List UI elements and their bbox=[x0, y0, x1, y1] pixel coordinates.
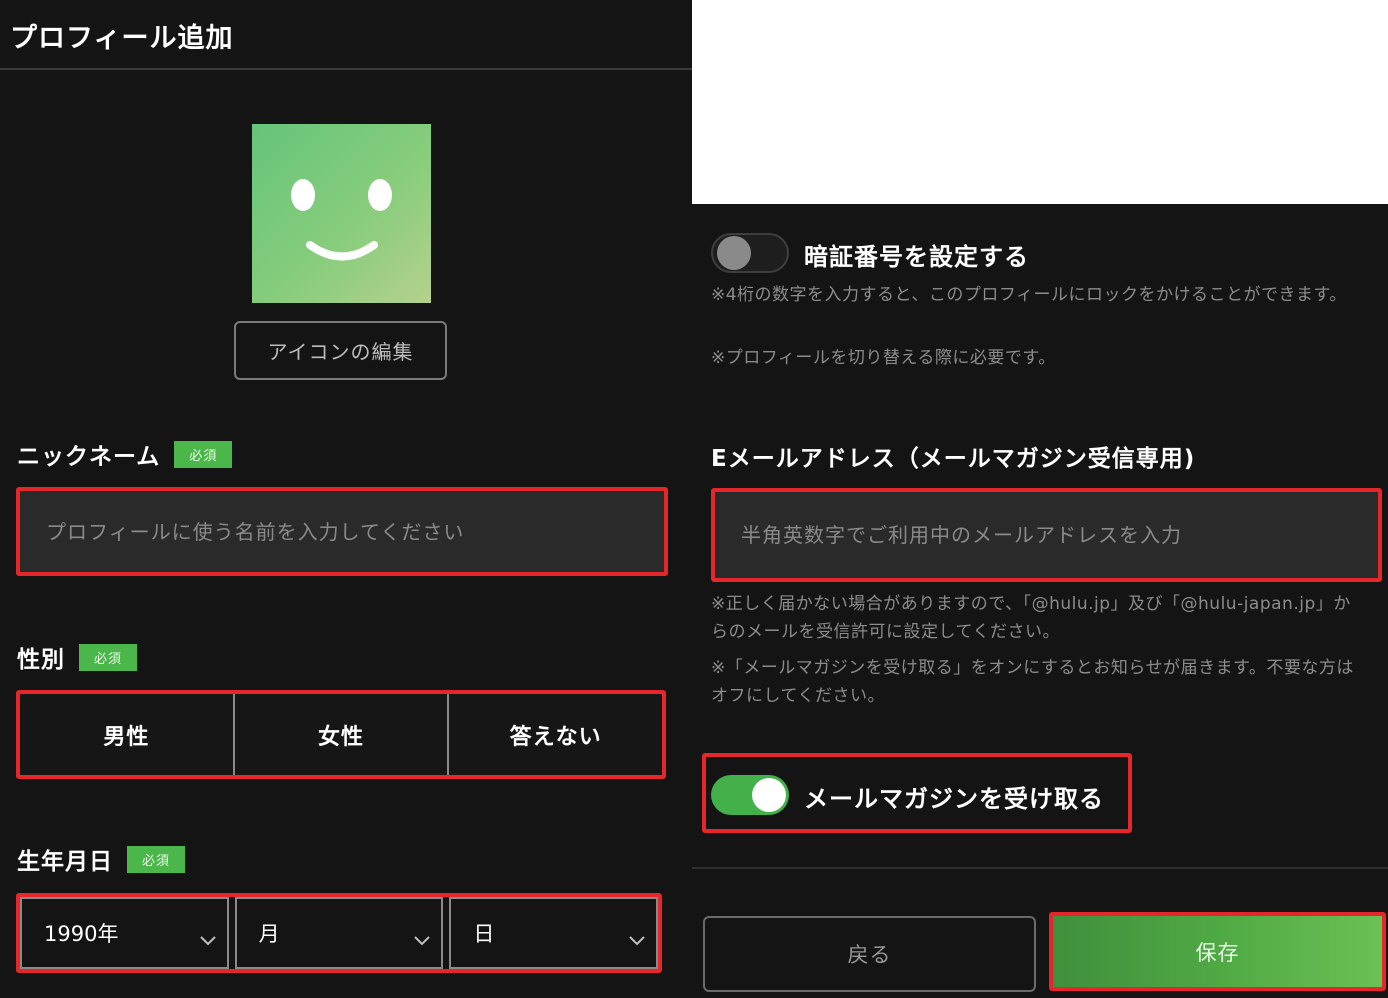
edit-icon-button[interactable]: アイコンの編集 bbox=[234, 321, 447, 380]
pin-toggle[interactable] bbox=[711, 233, 789, 273]
gender-option-no-answer[interactable]: 答えない bbox=[447, 694, 663, 775]
birthday-label-text: 生年月日 bbox=[17, 849, 113, 875]
nickname-input[interactable] bbox=[20, 491, 664, 572]
required-badge: 必須 bbox=[174, 440, 233, 468]
chevron-down-icon bbox=[414, 936, 431, 946]
birthday-selectors: 1990年 月 日 bbox=[16, 893, 662, 973]
birth-month-select[interactable]: 月 bbox=[234, 897, 444, 969]
smiley-face-icon bbox=[291, 179, 392, 261]
required-badge: 必須 bbox=[127, 845, 186, 873]
birth-day-select[interactable]: 日 bbox=[449, 897, 659, 969]
footer-divider bbox=[692, 867, 1388, 869]
newsletter-toggle-label: メールマガジンを受け取る bbox=[804, 785, 1104, 813]
page-title: プロフィール追加 bbox=[10, 23, 234, 54]
header-divider bbox=[0, 68, 692, 70]
gender-label: 性別 必須 bbox=[17, 640, 138, 674]
email-note-newsletter: ※「メールマガジンを受け取る」をオンにするとお知らせが届きます。不要な方はオフに… bbox=[711, 658, 1354, 706]
birthday-label: 生年月日 必須 bbox=[17, 842, 186, 876]
nickname-field-highlight bbox=[16, 487, 668, 576]
email-field-highlight bbox=[711, 488, 1382, 582]
gender-label-text: 性別 bbox=[17, 647, 65, 673]
chevron-down-icon bbox=[629, 936, 645, 946]
nickname-label: ニックネーム 必須 bbox=[17, 437, 233, 471]
toggle-knob bbox=[752, 778, 786, 812]
birth-year-select[interactable]: 1990年 bbox=[20, 897, 229, 969]
email-label: Eメールアドレス（メールマガジン受信専用) bbox=[711, 446, 1196, 472]
pin-note-lock: ※4桁の数字を入力すると、このプロフィールにロックをかけることができます。 bbox=[711, 285, 1347, 305]
pin-toggle-label: 暗証番号を設定する bbox=[804, 243, 1029, 271]
gender-option-male[interactable]: 男性 bbox=[20, 694, 233, 775]
save-button-highlight: 保存 bbox=[1049, 912, 1386, 991]
chevron-down-icon bbox=[199, 936, 216, 946]
email-input[interactable] bbox=[715, 492, 1378, 578]
save-button[interactable]: 保存 bbox=[1053, 916, 1382, 987]
nickname-label-text: ニックネーム bbox=[17, 444, 161, 470]
birth-month-value: 月 bbox=[258, 922, 280, 946]
gender-selector: 男性 女性 答えない bbox=[16, 690, 666, 779]
birth-day-value: 日 bbox=[473, 922, 495, 946]
newsletter-toggle[interactable] bbox=[711, 775, 789, 815]
required-badge: 必須 bbox=[79, 643, 138, 671]
profile-form-left-panel: プロフィール追加 アイコンの編集 ニックネーム 必須 性別 必須 男性 女性 答… bbox=[0, 0, 692, 998]
email-note-whitelist: ※正しく届かない場合がありますので、「@hulu.jp」及び「@hulu-jap… bbox=[711, 594, 1351, 642]
avatar bbox=[252, 124, 431, 303]
gender-option-female[interactable]: 女性 bbox=[232, 694, 448, 775]
pin-note-switch: ※プロフィールを切り替える際に必要です。 bbox=[711, 348, 1056, 368]
back-button[interactable]: 戻る bbox=[703, 916, 1036, 992]
toggle-knob bbox=[717, 236, 751, 270]
birth-year-value: 1990年 bbox=[44, 922, 119, 946]
